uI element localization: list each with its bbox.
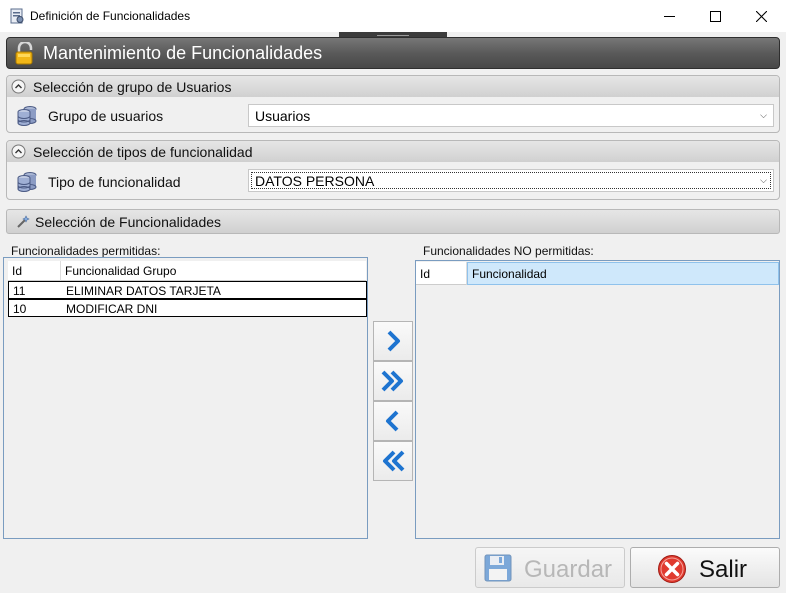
- minimize-icon: [663, 15, 675, 17]
- column-header-functionality[interactable]: Funcionalidad: [467, 262, 779, 285]
- collapse-icon[interactable]: [11, 79, 26, 94]
- functionality-type-section-title: Selección de tipos de funcionalidad: [33, 144, 253, 160]
- maximize-icon: [709, 10, 721, 22]
- double-chevron-left-icon: [383, 450, 405, 472]
- row-functionality: MODIFICAR DNI: [66, 302, 158, 316]
- close-button[interactable]: [738, 0, 784, 32]
- exit-button[interactable]: Salir: [630, 547, 780, 588]
- table-row[interactable]: 10 MODIFICAR DNI: [8, 299, 367, 317]
- maximize-button[interactable]: [692, 0, 738, 32]
- row-id: 10: [13, 302, 27, 316]
- user-group-section-title: Selección de grupo de Usuarios: [33, 79, 232, 95]
- user-group-section-header[interactable]: Selección de grupo de Usuarios: [7, 76, 779, 97]
- database-icon: [17, 106, 37, 126]
- user-group-select[interactable]: Usuarios ⌵: [248, 104, 774, 127]
- double-chevron-right-icon: [381, 370, 403, 392]
- move-all-left-button[interactable]: [373, 441, 413, 481]
- chevron-right-icon: [387, 330, 400, 352]
- permitted-label: Funcionalidades permitidas:: [11, 244, 161, 258]
- functionality-type-section-header[interactable]: Selección de tipos de funcionalidad: [7, 141, 779, 162]
- chevron-down-icon: ⌵: [760, 110, 767, 120]
- functionalities-section-header[interactable]: Selección de Funcionalidades: [6, 209, 780, 234]
- exit-button-label: Salir: [699, 556, 748, 583]
- user-group-section: Selección de grupo de Usuarios Grupo de …: [6, 75, 780, 133]
- title-bar[interactable]: Definición de Funcionalidades: [0, 0, 786, 32]
- lock-icon: [15, 42, 33, 65]
- wand-icon: [17, 215, 30, 228]
- save-button-label: Guardar: [524, 556, 613, 583]
- move-all-right-button[interactable]: [373, 361, 413, 401]
- chevron-down-icon: ⌵: [760, 175, 767, 185]
- permitted-grid[interactable]: Id Funcionalidad Grupo 11 ELIMINAR DATOS…: [3, 257, 368, 539]
- functionality-type-select-value: DATOS PERSONA: [255, 173, 375, 189]
- header-bar: Mantenimiento de Funcionalidades: [6, 37, 780, 69]
- row-id: 11: [13, 284, 26, 298]
- row-functionality: ELIMINAR DATOS TARJETA: [66, 284, 221, 298]
- not-permitted-label: Funcionalidades NO permitidas:: [423, 244, 594, 258]
- table-row[interactable]: 11 ELIMINAR DATOS TARJETA: [8, 281, 367, 299]
- column-header-id[interactable]: Id: [416, 262, 467, 285]
- cancel-icon: [658, 555, 686, 583]
- user-group-label: Grupo de usuarios: [48, 108, 164, 124]
- collapse-icon[interactable]: [11, 144, 26, 159]
- window-title: Definición de Funcionalidades: [30, 9, 191, 23]
- app-form-icon: [10, 8, 24, 24]
- save-button[interactable]: Guardar: [475, 547, 625, 588]
- move-selected-right-button[interactable]: [373, 321, 413, 361]
- floppy-disk-icon: [484, 554, 512, 582]
- functionality-type-section: Selección de tipos de funcionalidad Tipo…: [6, 140, 780, 200]
- close-icon: [755, 10, 767, 22]
- column-header-functionality-group[interactable]: Funcionalidad Grupo: [61, 261, 366, 281]
- move-selected-left-button[interactable]: [373, 401, 413, 441]
- chevron-left-icon: [386, 410, 399, 432]
- column-header-id[interactable]: Id: [8, 261, 61, 281]
- functionality-type-select[interactable]: DATOS PERSONA ⌵: [248, 169, 774, 192]
- minimize-button[interactable]: [646, 0, 692, 32]
- database-icon: [17, 172, 37, 192]
- page-title: Mantenimiento de Funcionalidades: [43, 43, 323, 63]
- user-group-select-value: Usuarios: [255, 108, 311, 124]
- functionality-type-label: Tipo de funcionalidad: [48, 174, 181, 190]
- not-permitted-grid[interactable]: Id Funcionalidad: [415, 260, 780, 539]
- functionalities-section-title: Selección de Funcionalidades: [35, 214, 222, 230]
